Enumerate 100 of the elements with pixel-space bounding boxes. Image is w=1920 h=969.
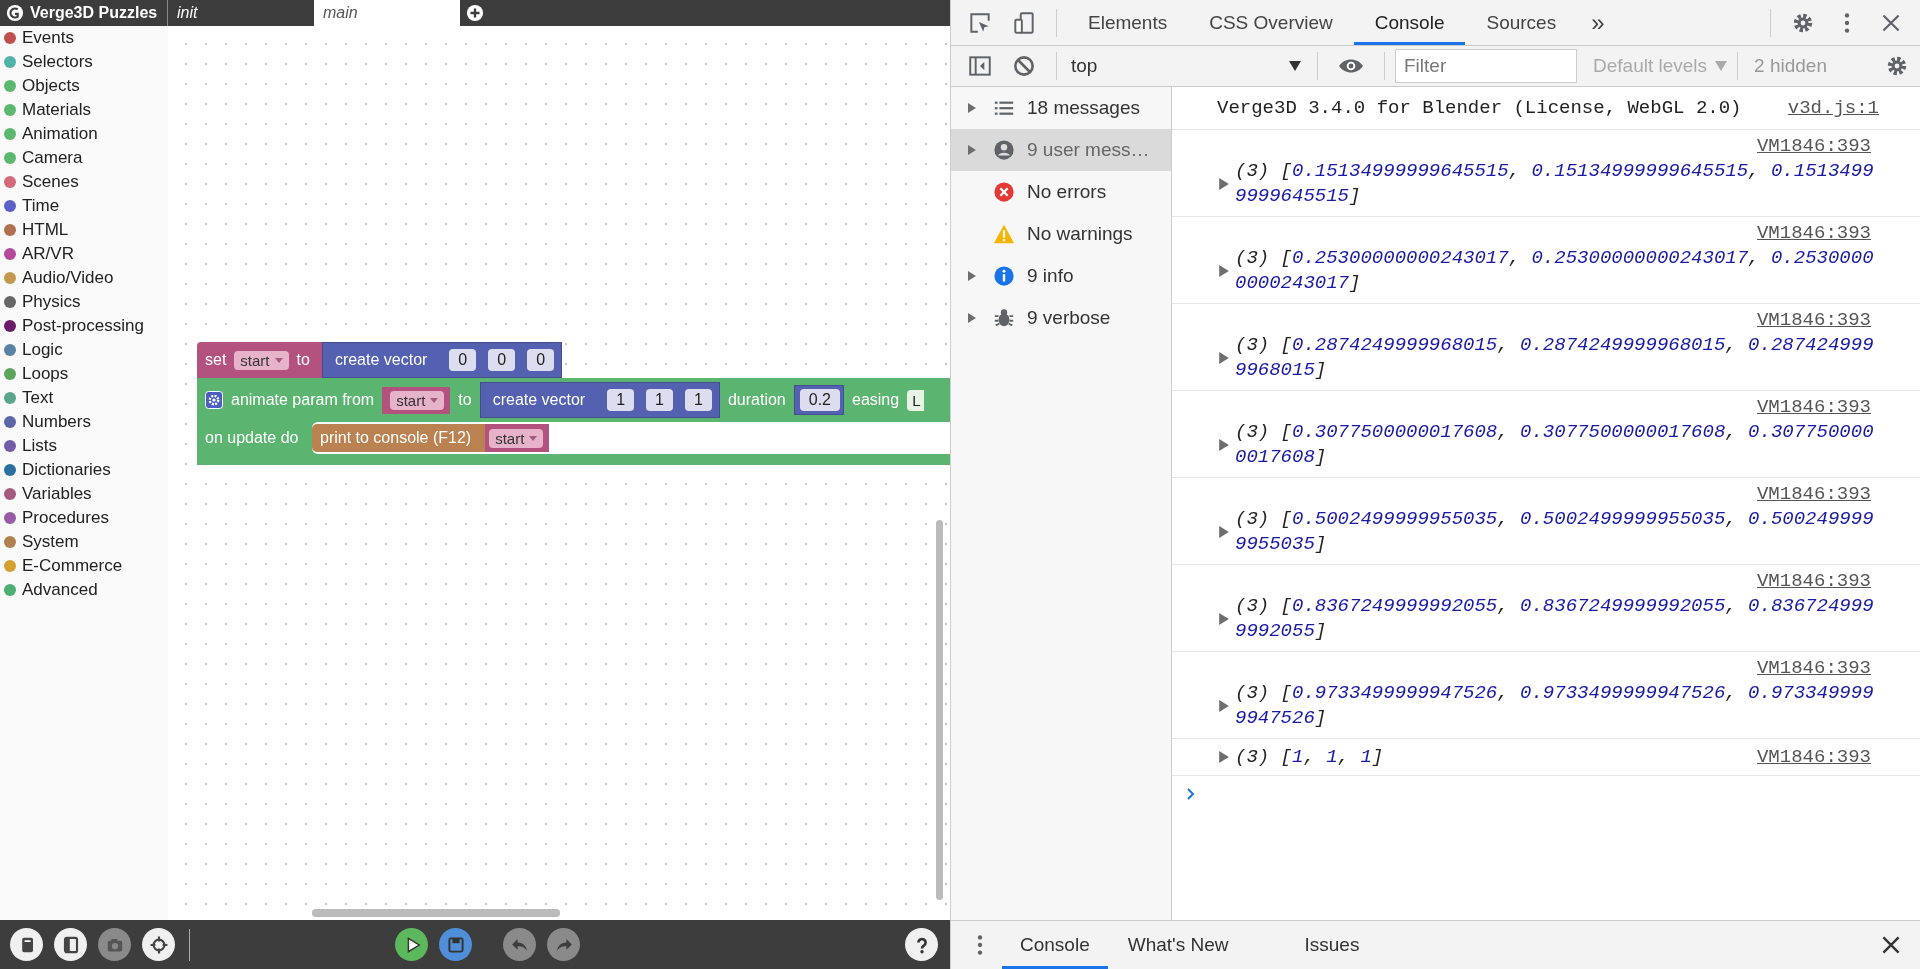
expand-icon[interactable] <box>1219 526 1229 538</box>
expand-icon[interactable] <box>968 271 976 281</box>
context-selector[interactable]: top <box>1067 55 1307 77</box>
source-link[interactable]: VM1846:393 <box>1756 656 1871 681</box>
add-tab-icon[interactable] <box>466 4 484 22</box>
block-label: on update do <box>204 428 300 448</box>
expand-icon[interactable] <box>1219 751 1229 763</box>
variable-block[interactable]: start <box>485 424 550 452</box>
category-item[interactable]: Materials <box>22 100 91 120</box>
number-field[interactable]: 0 <box>449 349 477 371</box>
drawer-tab[interactable]: What's New <box>1109 921 1247 969</box>
device-icon[interactable] <box>1011 9 1037 36</box>
source-link[interactable]: VM1846:393 <box>1756 134 1871 159</box>
number-field[interactable]: 1 <box>607 389 635 411</box>
number-field[interactable]: 0 <box>527 349 555 371</box>
category-item[interactable]: Time <box>22 196 60 216</box>
category-item[interactable]: Numbers <box>22 412 91 432</box>
source-link[interactable]: VM1846:393 <box>1756 746 1871 768</box>
clear-console-icon[interactable] <box>1011 53 1037 79</box>
sidebar-item[interactable]: 9 info <box>951 255 1171 297</box>
logo-icon <box>6 4 24 22</box>
sidebar-item[interactable]: No errors <box>951 171 1171 213</box>
book-button[interactable] <box>10 928 43 961</box>
gear-icon[interactable] <box>205 391 223 409</box>
expand-icon[interactable] <box>1219 700 1229 712</box>
expand-icon[interactable] <box>968 145 976 155</box>
number-field[interactable]: 0 <box>488 349 516 371</box>
source-link[interactable]: VM1846:393 <box>1756 221 1871 246</box>
help-button[interactable] <box>905 928 938 961</box>
category-item[interactable]: Procedures <box>22 508 109 528</box>
variable-dropdown[interactable]: start <box>234 350 289 370</box>
create-vector-block[interactable]: create vector 1 1 1 <box>479 382 720 418</box>
sidebar-toggle-icon[interactable] <box>967 53 993 79</box>
number-field[interactable]: 1 <box>646 389 673 411</box>
expand-icon[interactable] <box>1219 178 1229 190</box>
source-link[interactable]: VM1846:393 <box>1756 395 1871 420</box>
category-item[interactable]: System <box>22 532 79 552</box>
category-item[interactable]: Objects <box>22 76 80 96</box>
number-field[interactable]: 0.2 <box>799 389 840 411</box>
filter-field[interactable]: Filter <box>1395 49 1577 83</box>
expand-icon[interactable] <box>1219 439 1229 451</box>
variable-dropdown[interactable]: start <box>390 390 445 410</box>
save-button[interactable] <box>439 928 472 961</box>
category-item[interactable]: Logic <box>22 340 63 360</box>
create-vector-block[interactable]: create vector 0 0 0 <box>321 342 563 378</box>
prompt-icon[interactable] <box>1186 788 1196 800</box>
variable-dropdown[interactable]: start <box>489 428 544 448</box>
more-tabs-button[interactable]: » <box>1577 8 1619 37</box>
user-icon <box>993 139 1015 161</box>
play-button[interactable] <box>395 928 428 961</box>
expand-icon[interactable] <box>968 103 976 113</box>
puzzle-tab[interactable]: init <box>168 0 314 26</box>
category-item[interactable]: Events <box>22 28 74 48</box>
sidebar-item[interactable]: 9 verbose <box>951 297 1171 339</box>
category-item[interactable]: Audio/Video <box>22 268 114 288</box>
category-item[interactable]: Animation <box>22 124 98 144</box>
block-label: duration <box>727 391 786 409</box>
puzzle-tab[interactable]: main <box>314 0 460 26</box>
category-item[interactable]: Post-processing <box>22 316 144 336</box>
dropdown-icon <box>1289 61 1301 71</box>
set-block[interactable]: set start to <box>197 342 322 378</box>
category-item[interactable]: Dictionaries <box>22 460 111 480</box>
category-item[interactable]: AR/VR <box>22 244 74 264</box>
drawer-tab[interactable]: Issues <box>1286 921 1378 969</box>
devtools-tab[interactable]: CSS Overview <box>1188 0 1354 45</box>
expand-icon[interactable] <box>1219 613 1229 625</box>
panel-button[interactable] <box>54 928 87 961</box>
variable-block[interactable]: start <box>382 386 451 414</box>
category-item[interactable]: Advanced <box>22 580 98 600</box>
sidebar-item[interactable]: No warnings <box>951 213 1171 255</box>
scrollbar[interactable] <box>936 520 943 900</box>
drawer-tab[interactable]: Console <box>1002 921 1108 969</box>
source-link[interactable]: VM1846:393 <box>1756 482 1871 507</box>
sidebar-item[interactable]: 9 user mess… <box>951 129 1171 171</box>
crosshair-button[interactable] <box>142 928 175 961</box>
category-item[interactable]: Lists <box>22 436 57 456</box>
category-item[interactable]: Variables <box>22 484 92 504</box>
sidebar-item[interactable]: 18 messages <box>951 87 1171 129</box>
category-item[interactable]: E-Commerce <box>22 556 123 576</box>
category-item[interactable]: Selectors <box>22 52 93 72</box>
expand-icon[interactable] <box>1219 352 1229 364</box>
source-link[interactable]: v3d.js:1 <box>1787 97 1879 119</box>
number-field[interactable]: 1 <box>685 389 712 411</box>
devtools-tab[interactable]: Sources <box>1465 0 1578 45</box>
expand-icon[interactable] <box>968 313 976 323</box>
easing-dropdown[interactable]: L <box>907 389 925 411</box>
category-item[interactable]: Physics <box>22 292 81 312</box>
expand-icon[interactable] <box>1219 265 1229 277</box>
devtools-tab[interactable]: Elements <box>1067 0 1189 45</box>
category-item[interactable]: HTML <box>22 220 69 240</box>
category-item[interactable]: Loops <box>22 364 69 384</box>
scrollbar[interactable] <box>312 909 560 917</box>
category-item[interactable]: Camera <box>22 148 83 168</box>
source-link[interactable]: VM1846:393 <box>1756 308 1871 333</box>
category-item[interactable]: Text <box>22 388 54 408</box>
number-block[interactable]: 0.2 <box>793 385 844 415</box>
category-item[interactable]: Scenes <box>22 172 79 192</box>
source-link[interactable]: VM1846:393 <box>1756 569 1871 594</box>
animate-block[interactable]: animate param from start to create vector 1 1 1 duration 0.2 easing L on update do print to console (F12) start <box>197 378 950 465</box>
console-message: (3) [0.15134999999645515, 0.15134999999645515, 0.15134999999645515] <box>1235 159 1875 209</box>
